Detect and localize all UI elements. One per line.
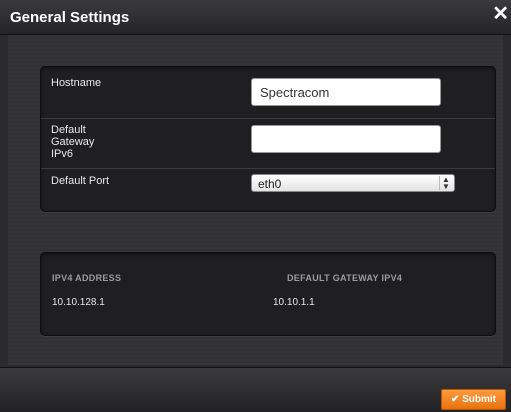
gateway-ipv6-input[interactable] xyxy=(251,125,441,153)
gateway-ipv6-label-line-2: Gateway xyxy=(51,136,95,148)
default-port-select[interactable]: eth0 ▲ ▼ xyxy=(251,174,455,192)
hostname-row: Hostname xyxy=(41,67,495,119)
gateway-ipv6-label-line-3: IPv6 xyxy=(51,148,74,160)
gateway-ipv6-row: Default Gateway IPv6 xyxy=(41,119,495,169)
dialog-titlebar: General Settings ✕ xyxy=(0,0,511,35)
checkmark-icon: ✔ xyxy=(450,394,460,405)
general-settings-dialog: General Settings ✕ Hostname Default Gate… xyxy=(0,0,511,412)
close-icon[interactable]: ✕ xyxy=(492,4,509,24)
column-header-default-gateway-ipv4: DEFAULT GATEWAY IPV4 xyxy=(287,273,403,283)
submit-button[interactable]: ✔ Submit xyxy=(441,389,506,410)
hostname-label: Hostname xyxy=(51,77,102,89)
cell-ipv4-address: 10.10.128.1 xyxy=(52,297,105,308)
default-port-row: Default Port eth0 ▲ ▼ xyxy=(41,169,495,209)
settings-form-panel: Hostname Default Gateway IPv6 Default Po… xyxy=(40,66,496,212)
dialog-title: General Settings xyxy=(10,9,130,26)
cell-default-gateway-ipv4: 10.10.1.1 xyxy=(273,297,315,308)
gateway-ipv6-label: Default Gateway IPv6 xyxy=(51,124,94,160)
default-port-selected: eth0 xyxy=(258,177,282,191)
select-arrows-icon: ▲ ▼ xyxy=(439,176,452,191)
dialog-footer xyxy=(0,367,511,412)
hostname-input[interactable] xyxy=(251,78,441,106)
default-port-label: Default Port xyxy=(51,175,110,187)
column-header-ipv4-address: IPV4 ADDRESS xyxy=(52,273,122,283)
gateway-ipv6-label-line-1: Default xyxy=(51,124,86,136)
network-table-panel: IPV4 ADDRESS DEFAULT GATEWAY IPV4 10.10.… xyxy=(40,252,496,336)
submit-button-label: Submit xyxy=(462,394,497,405)
